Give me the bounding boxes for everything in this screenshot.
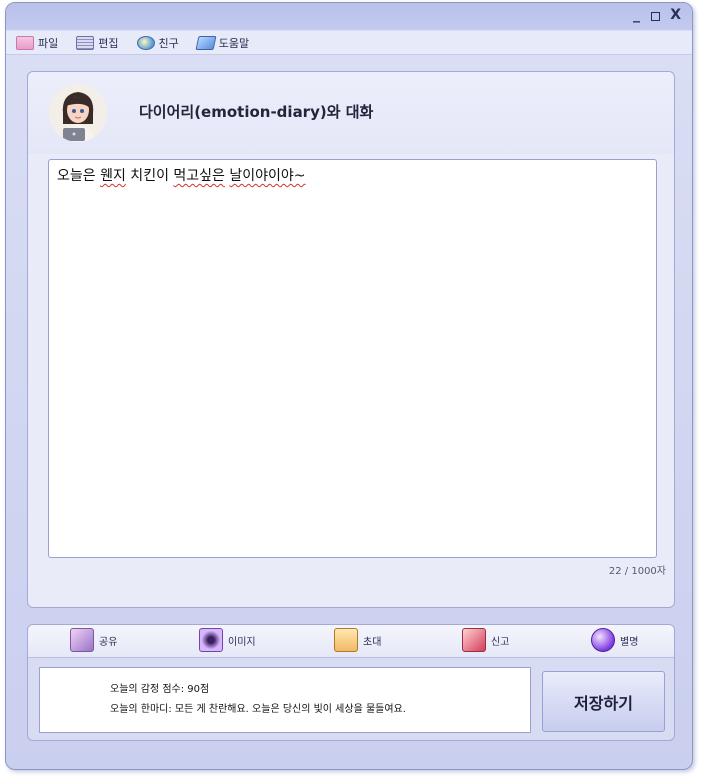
menu-help[interactable]: 도움말	[195, 35, 250, 51]
invite-button[interactable]: 초대	[334, 628, 381, 652]
diary-text-area[interactable]: 오늘은 웬지 치킨이 먹고싶은 날이야이야~	[48, 159, 657, 558]
emotion-score: 오늘의 감정 점수: 90점	[110, 684, 210, 695]
folder-icon	[16, 35, 34, 50]
help-icon	[195, 35, 217, 50]
diary-text-part: 오늘은	[57, 168, 101, 184]
emotion-comment: 오늘의 한마디: 모든 게 찬란해요. 오늘은 당신의 빛이 세상을 물들여요.	[110, 704, 406, 715]
chat-title: 다이어리(emotion-diary)와 대화	[139, 103, 374, 121]
title-bar[interactable]: _ X	[6, 3, 692, 30]
menu-friend-label: 친구	[158, 36, 179, 50]
save-button[interactable]: 저장하기	[542, 671, 665, 732]
bottom-panel: 공유 이미지 초대 신고 별명 오늘의 감정 점수: 90점 오늘의 한마디: …	[27, 624, 675, 741]
share-button[interactable]: 공유	[70, 628, 117, 652]
image-button[interactable]: 이미지	[199, 628, 256, 652]
diary-text-part: 치킨이	[125, 168, 174, 184]
share-icon	[70, 628, 94, 652]
app-window: _ X 파일 편집 친구 도움말 다이어리(emotion-diary)와 대화…	[5, 2, 693, 770]
menu-bar: 파일 편집 친구 도움말	[6, 31, 692, 55]
chat-header: 다이어리(emotion-diary)와 대화	[28, 72, 674, 154]
diary-text-misspelled: 먹고싶은	[173, 168, 225, 184]
diary-text-misspelled: 날이야이야~	[229, 168, 306, 184]
avatar-girl-with-laptop-icon	[49, 84, 107, 142]
menu-edit-label: 편집	[98, 36, 119, 50]
menu-file[interactable]: 파일	[16, 35, 58, 51]
menu-file-label: 파일	[38, 36, 59, 50]
chat-panel: 다이어리(emotion-diary)와 대화 오늘은 웬지 치킨이 먹고싶은 …	[27, 71, 675, 608]
nickname-button[interactable]: 별명	[591, 628, 638, 652]
minimize-button[interactable]: _	[633, 7, 640, 23]
menu-edit[interactable]: 편집	[76, 35, 119, 51]
avatar	[49, 84, 107, 142]
report-icon	[462, 628, 486, 652]
nickname-label: 별명	[620, 636, 639, 648]
action-bar: 공유 이미지 초대 신고 별명	[28, 625, 674, 658]
close-button[interactable]: X	[670, 7, 681, 23]
maximize-button[interactable]	[651, 12, 660, 21]
menu-friend[interactable]: 친구	[136, 35, 179, 51]
share-label: 공유	[99, 636, 118, 648]
edit-icon	[76, 35, 95, 50]
menu-help-label: 도움말	[218, 36, 250, 50]
report-label: 신고	[491, 636, 510, 648]
diary-text-misspelled: 웬지	[100, 168, 126, 184]
char-counter: 22 / 1000자	[608, 566, 666, 577]
nickname-icon	[591, 628, 615, 652]
invite-icon	[334, 628, 358, 652]
friend-icon	[136, 35, 155, 50]
report-button[interactable]: 신고	[462, 628, 509, 652]
invite-label: 초대	[363, 636, 382, 648]
emotion-summary: 오늘의 감정 점수: 90점 오늘의 한마디: 모든 게 찬란해요. 오늘은 당…	[39, 667, 531, 733]
image-label: 이미지	[228, 636, 256, 648]
image-icon	[199, 628, 223, 652]
